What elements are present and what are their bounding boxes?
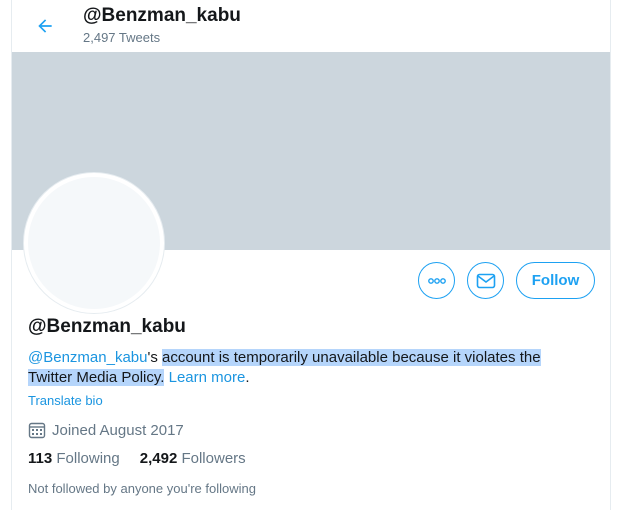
- learn-more-link[interactable]: Learn more: [169, 369, 246, 386]
- followers-label: Followers: [181, 450, 246, 467]
- translate-bio-link[interactable]: Translate bio: [28, 393, 103, 408]
- bio-handle-link[interactable]: @Benzman_kabu: [28, 349, 147, 366]
- bio-message-line1: account is temporarily unavailable becau…: [162, 349, 541, 366]
- following-count: 113: [28, 450, 53, 467]
- tweet-count: 2,497 Tweets: [83, 30, 161, 45]
- bio-possessive: 's: [147, 349, 162, 366]
- back-button[interactable]: [31, 12, 59, 40]
- not-followed-note: Not followed by anyone you're following: [28, 481, 256, 496]
- more-options-button[interactable]: [418, 262, 455, 299]
- profile-bio: @Benzman_kabu's account is temporarily u…: [28, 348, 568, 388]
- profile-column: @Benzman_kabu 2,497 Tweets Follow @Benzm…: [11, 0, 611, 510]
- joined-date: Joined August 2017: [28, 421, 184, 439]
- following-stat[interactable]: 113 Following: [28, 450, 120, 467]
- more-icon: [427, 277, 446, 284]
- joined-text: Joined August 2017: [52, 421, 184, 439]
- follow-button[interactable]: Follow: [516, 262, 595, 299]
- followers-stat[interactable]: 2,492 Followers: [140, 450, 246, 467]
- header-title: @Benzman_kabu: [83, 5, 241, 26]
- message-button[interactable]: [467, 262, 504, 299]
- bio-message-line2: Twitter Media Policy.: [28, 369, 165, 386]
- calendar-icon: [28, 422, 46, 439]
- follow-stats: 113 Following 2,492 Followers: [28, 450, 266, 467]
- bio-period: .: [245, 369, 250, 386]
- profile-header: @Benzman_kabu 2,497 Tweets: [12, 0, 610, 52]
- envelope-icon: [476, 273, 495, 288]
- followers-count: 2,492: [139, 450, 178, 467]
- back-arrow-icon: [38, 19, 52, 33]
- profile-name: @Benzman_kabu: [28, 316, 186, 337]
- avatar[interactable]: [24, 173, 164, 313]
- following-label: Following: [56, 450, 120, 467]
